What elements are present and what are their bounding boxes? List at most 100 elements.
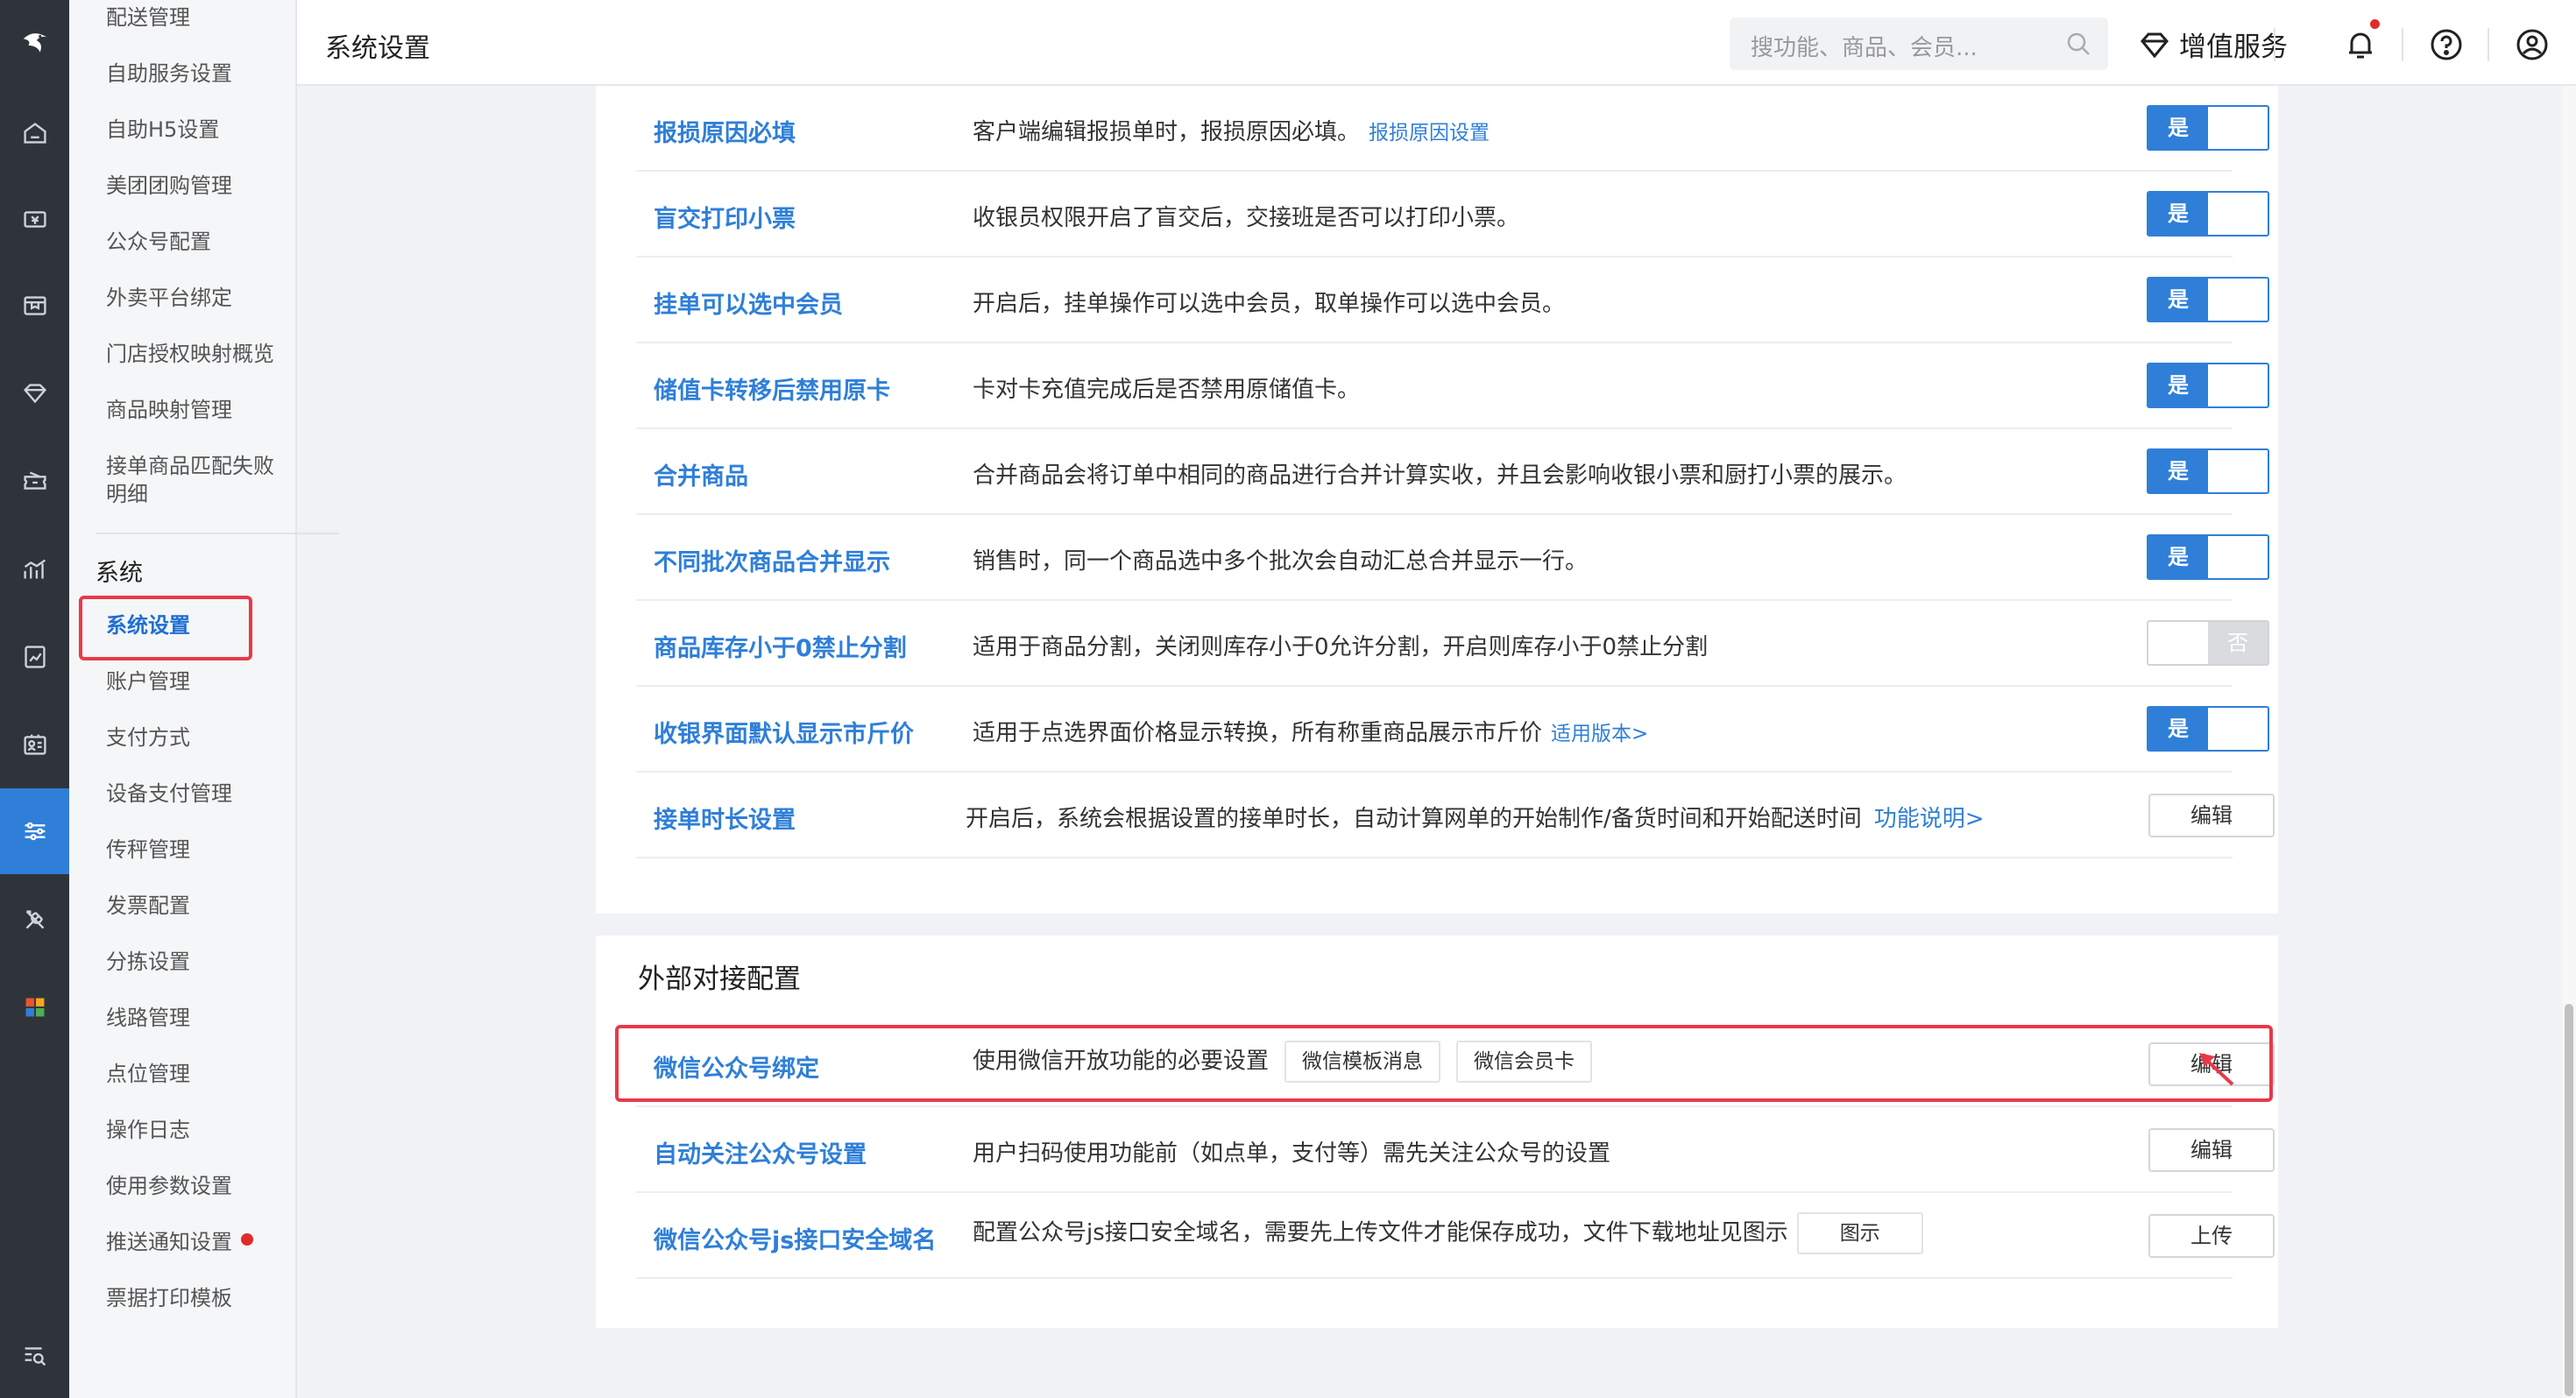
menu-item-params[interactable]: 使用参数设置 xyxy=(106,1172,232,1200)
setting-row: 储值卡转移后禁用原卡 卡对卡充值完成后是否禁用原储值卡。 是 xyxy=(636,343,2269,429)
value-added-services-button[interactable]: 增值服务 xyxy=(2137,25,2288,64)
setting-title: 微信公众号js接口安全域名 xyxy=(654,1227,937,1254)
setting-row: 挂单可以选中会员 开启后，挂单操作可以选中会员，取单操作可以选中会员。 是 xyxy=(636,258,2269,343)
setting-row: 微信公众号js接口安全域名 配置公众号js接口安全域名，需要先上传文件才能保存成… xyxy=(636,1193,2275,1279)
menu-item-points[interactable]: 点位管理 xyxy=(106,1060,190,1088)
bell-icon[interactable] xyxy=(2342,26,2379,63)
menu-item-delivery[interactable]: 配送管理 xyxy=(106,4,190,32)
setting-title: 盲交打印小票 xyxy=(654,206,796,233)
menu-item-receipt-template[interactable]: 票据打印模板 xyxy=(106,1284,232,1312)
apps-grid-icon[interactable] xyxy=(0,964,69,1050)
setting-title: 报损原因必填 xyxy=(654,120,796,147)
setting-link[interactable]: 报损原因设置 xyxy=(1369,122,1490,145)
edit-button[interactable]: 编辑 xyxy=(2148,1128,2275,1172)
setting-title: 自动关注公众号设置 xyxy=(654,1141,867,1169)
menu-item-invoice[interactable]: 发票配置 xyxy=(106,892,190,920)
highlight-box-menu xyxy=(79,596,252,660)
bell-notification-dot xyxy=(2370,19,2380,29)
setting-desc-text: 适用于点选界面价格显示转换，所有称重商品展示市斤价 xyxy=(973,720,1543,746)
setting-toggle[interactable]: 否 xyxy=(2147,620,2269,666)
setting-desc: 开启后，挂单操作可以选中会员，取单操作可以选中会员。 xyxy=(973,291,1566,317)
setting-toggle[interactable]: 是 xyxy=(2147,363,2269,408)
toggle-on-label: 是 xyxy=(2148,364,2208,406)
menu-item-push-notify[interactable]: 推送通知设置 xyxy=(106,1228,253,1256)
menu-item-takeout-binding[interactable]: 外卖平台绑定 xyxy=(106,284,232,312)
menu-item-match-failure[interactable]: 接单商品匹配失败明细 xyxy=(106,452,281,508)
report-icon[interactable] xyxy=(0,614,69,700)
menu-item-device-payment[interactable]: 设备支付管理 xyxy=(106,780,232,808)
help-icon[interactable] xyxy=(2428,26,2465,63)
setting-toggle[interactable]: 是 xyxy=(2147,191,2269,237)
icon-rail xyxy=(0,0,69,1398)
box-icon[interactable] xyxy=(0,263,69,349)
setting-desc: 配置公众号js接口安全域名，需要先上传文件才能保存成功，文件下载地址见图示 图示 xyxy=(973,1212,1923,1254)
menu-divider xyxy=(96,533,339,534)
menu-item-store-mapping[interactable]: 门店授权映射概览 xyxy=(106,340,274,368)
highlight-box-wechat-row xyxy=(615,1025,2273,1102)
setting-toggle[interactable]: 是 xyxy=(2147,448,2269,494)
menu-item-push-notify-label: 推送通知设置 xyxy=(106,1230,232,1254)
menu-item-sorting[interactable]: 分拣设置 xyxy=(106,948,190,976)
menu-item-self-h5[interactable]: 自助H5设置 xyxy=(106,116,219,144)
diamond-icon xyxy=(2141,32,2169,58)
setting-row: 不同批次商品合并显示 销售时，同一个商品选中多个批次会自动汇总合并显示一行。 是 xyxy=(636,515,2269,601)
menu-item-official-account[interactable]: 公众号配置 xyxy=(106,228,211,256)
brand-logo-icon[interactable] xyxy=(0,0,69,88)
menu-item-payment-methods[interactable]: 支付方式 xyxy=(106,724,190,752)
section-title: 外部对接配置 xyxy=(638,964,801,995)
settings-sliders-icon[interactable] xyxy=(0,788,69,874)
setting-row: 盲交打印小票 收银员权限开启了盲交后，交接班是否可以打印小票。 是 xyxy=(636,172,2269,258)
toggle-on-label: 是 xyxy=(2148,193,2208,235)
setting-title: 储值卡转移后禁用原卡 xyxy=(654,378,890,405)
cashier-icon[interactable] xyxy=(0,176,69,262)
setting-title: 不同批次商品合并显示 xyxy=(654,549,890,576)
toggle-off-label: 否 xyxy=(2208,622,2268,664)
menu-item-accounts[interactable]: 账户管理 xyxy=(106,667,190,695)
diagram-button[interactable]: 图示 xyxy=(1796,1212,1923,1254)
scrollbar[interactable] xyxy=(2562,86,2576,1398)
setting-toggle[interactable]: 是 xyxy=(2147,706,2269,752)
menu-item-scale[interactable]: 传秤管理 xyxy=(106,836,190,864)
notification-dot xyxy=(241,1233,253,1246)
setting-row: 收银界面默认显示市斤价 适用于点选界面价格显示转换，所有称重商品展示市斤价 适用版… xyxy=(636,687,2269,773)
search-list-icon[interactable] xyxy=(0,1312,69,1398)
search-icon[interactable] xyxy=(2064,30,2092,58)
setting-desc-text: 客户端编辑报损单时，报损原因必填。 xyxy=(973,119,1361,145)
setting-desc: 收银员权限开启了盲交后，交接班是否可以打印小票。 xyxy=(973,205,1520,231)
search-input[interactable]: 搜功能、商品、会员... xyxy=(1730,18,2108,70)
page-title: 系统设置 xyxy=(325,33,430,64)
diamond-icon[interactable] xyxy=(0,350,69,436)
header-divider xyxy=(2488,28,2489,61)
idcard-icon[interactable] xyxy=(0,702,69,787)
tools-icon[interactable] xyxy=(0,877,69,963)
setting-toggle[interactable]: 是 xyxy=(2147,105,2269,151)
setting-row: 自动关注公众号设置 用户扫码使用功能前（如点单，支付等）需先关注公众号的设置 编… xyxy=(636,1107,2275,1193)
scrollbar-thumb[interactable] xyxy=(2565,1004,2573,1396)
external-config-card: 外部对接配置 微信公众号绑定 使用微信开放功能的必要设置 微信模板消息 微信会员卡 … xyxy=(596,936,2278,1328)
setting-link[interactable]: 适用版本> xyxy=(1551,723,1648,745)
chart-icon[interactable] xyxy=(0,526,69,612)
user-avatar-icon[interactable] xyxy=(2514,26,2551,63)
setting-title: 接单时长设置 xyxy=(654,807,796,834)
menu-item-routes[interactable]: 线路管理 xyxy=(106,1004,190,1032)
home-icon[interactable] xyxy=(0,90,69,176)
menu-item-product-mapping[interactable]: 商品映射管理 xyxy=(106,396,232,424)
toggle-on-label: 是 xyxy=(2148,279,2208,321)
setting-toggle[interactable]: 是 xyxy=(2147,277,2269,322)
setting-title: 收银界面默认显示市斤价 xyxy=(654,721,914,748)
edit-button[interactable]: 编辑 xyxy=(2148,794,2275,837)
menu-item-operation-log[interactable]: 操作日志 xyxy=(106,1116,190,1144)
toggle-on-label: 是 xyxy=(2148,536,2208,578)
setting-desc: 适用于点选界面价格显示转换，所有称重商品展示市斤价 适用版本> xyxy=(973,715,1648,747)
menu-item-meituan-group[interactable]: 美团团购管理 xyxy=(106,172,232,200)
ticket-icon[interactable] xyxy=(0,439,69,525)
menu-item-self-service[interactable]: 自助服务设置 xyxy=(106,60,232,88)
setting-desc: 开启后，系统会根据设置的接单时长，自动计算网单的开始制作/备货时间和开始配送时间… xyxy=(966,801,1985,833)
upload-button[interactable]: 上传 xyxy=(2148,1214,2275,1258)
toggle-on-label: 是 xyxy=(2148,708,2208,750)
setting-row: 接单时长设置 开启后，系统会根据设置的接单时长，自动计算网单的开始制作/备货时间… xyxy=(636,773,2275,858)
top-header: 系统设置 搜功能、商品、会员... 增值服务 xyxy=(297,0,2576,86)
secondary-menu: 配送管理 自助服务设置 自助H5设置 美团团购管理 公众号配置 外卖平台绑定 门… xyxy=(69,0,339,1398)
setting-toggle[interactable]: 是 xyxy=(2147,534,2269,580)
setting-link[interactable]: 功能说明> xyxy=(1874,806,1985,832)
